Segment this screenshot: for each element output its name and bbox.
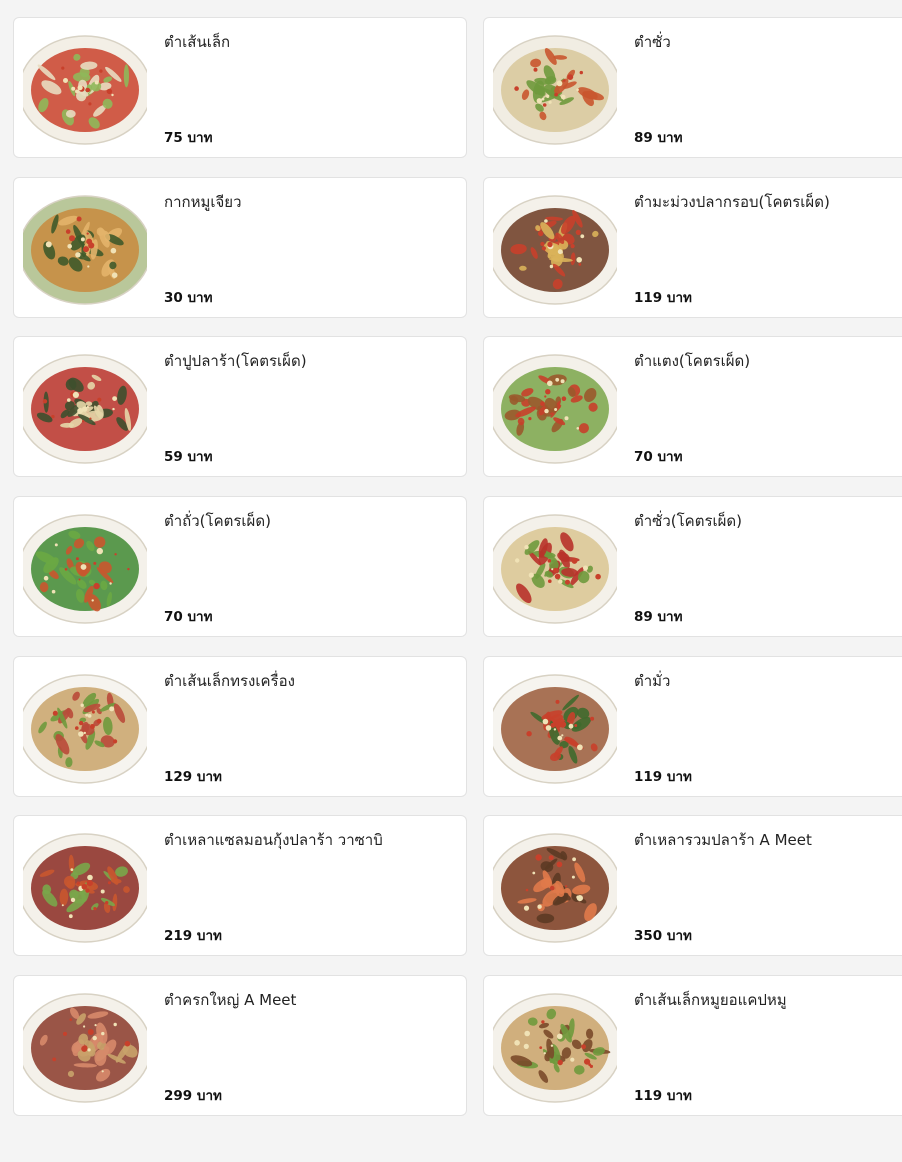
menu-item-price: 70 บาท	[634, 449, 683, 465]
menu-item-price: 30 บาท	[164, 290, 213, 306]
menu-item-photo[interactable]	[493, 26, 617, 150]
menu-item-card[interactable]: ตำมะม่วงปลากรอบ(โคตรเผ็ด) 119 บาท	[483, 177, 902, 318]
menu-item-price: 70 บาท	[164, 609, 213, 625]
menu-item-price: 59 บาท	[164, 449, 213, 465]
menu-item-photo[interactable]	[493, 665, 617, 789]
crispy-pork-icon	[23, 186, 147, 310]
menu-grid: ตำเส้นเล็ก 75 บาท ตำซั่ว 89 บาท กากหมูเจียว 3…	[0, 0, 902, 1162]
menu-item-card[interactable]: ตำซั่ว 89 บาท	[483, 17, 902, 158]
menu-item-name: กากหมูเจียว	[164, 193, 242, 211]
menu-item-name: ตำเส้นเล็กหมูยอแคปหมู	[634, 991, 787, 1009]
menu-item-price: 119 บาท	[634, 769, 692, 785]
menu-item-price: 350 บาท	[634, 928, 692, 944]
menu-item-photo[interactable]	[23, 824, 147, 948]
menu-item-name: ตำซั่ว	[634, 33, 671, 51]
menu-item-card[interactable]: ตำมั่ว 119 บาท	[483, 656, 902, 797]
menu-item-photo[interactable]	[493, 345, 617, 469]
menu-item-card[interactable]: ตำแตง(โคตรเผ็ด) 70 บาท	[483, 336, 902, 477]
spicy-som-tam-sua-icon	[493, 505, 617, 629]
menu-item-photo[interactable]	[23, 984, 147, 1108]
mango-salad-icon	[493, 186, 617, 310]
menu-item-photo[interactable]	[23, 505, 147, 629]
menu-item-price: 75 บาท	[164, 130, 213, 146]
menu-item-name: ตำซั่ว(โคตรเผ็ด)	[634, 512, 743, 530]
menu-item-photo[interactable]	[493, 984, 617, 1108]
salmon-shrimp-salad-icon	[23, 824, 147, 948]
menu-item-photo[interactable]	[493, 505, 617, 629]
menu-item-card[interactable]: ตำเหลารวมปลาร้า A Meet 350 บาท	[483, 815, 902, 956]
menu-item-card[interactable]: ตำครกใหญ่ A Meet 299 บาท	[13, 975, 467, 1116]
menu-item-name: ตำมะม่วงปลากรอบ(โคตรเผ็ด)	[634, 193, 830, 211]
som-tam-noodle-icon	[23, 26, 147, 150]
menu-item-price: 219 บาท	[164, 928, 222, 944]
menu-item-name: ตำครกใหญ่ A Meet	[164, 991, 297, 1009]
crab-salad-icon	[23, 345, 147, 469]
big-mortar-salad-icon	[23, 984, 147, 1108]
menu-item-name: ตำมั่ว	[634, 672, 671, 690]
menu-item-price: 119 บาท	[634, 290, 692, 306]
deluxe-noodle-salad-icon	[23, 665, 147, 789]
menu-item-price: 299 บาท	[164, 1088, 222, 1104]
menu-item-photo[interactable]	[23, 665, 147, 789]
menu-item-name: ตำเส้นเล็กทรงเครื่อง	[164, 672, 295, 690]
menu-item-price: 129 บาท	[164, 769, 222, 785]
menu-item-photo[interactable]	[23, 186, 147, 310]
pork-sausage-noodle-salad-icon	[493, 984, 617, 1108]
bean-salad-icon	[23, 505, 147, 629]
menu-item-card[interactable]: ตำปูปลาร้า(โคตรเผ็ด) 59 บาท	[13, 336, 467, 477]
menu-item-card[interactable]: ตำเส้นเล็กหมูยอแคปหมู 119 บาท	[483, 975, 902, 1116]
menu-item-name: ตำเหลาแซลมอนกุ้งปลาร้า วาซาบิ	[164, 831, 383, 849]
menu-item-name: ตำเหลารวมปลาร้า A Meet	[634, 831, 812, 849]
menu-item-photo[interactable]	[23, 26, 147, 150]
menu-item-card[interactable]: ตำเหลาแซลมอนกุ้งปลาร้า วาซาบิ 219 บาท	[13, 815, 467, 956]
som-tam-sua-icon	[493, 26, 617, 150]
menu-item-photo[interactable]	[23, 345, 147, 469]
menu-item-card[interactable]: กากหมูเจียว 30 บาท	[13, 177, 467, 318]
menu-item-name: ตำถั่ว(โคตรเผ็ด)	[164, 512, 271, 530]
menu-item-name: ตำปูปลาร้า(โคตรเผ็ด)	[164, 352, 307, 370]
menu-item-photo[interactable]	[493, 824, 617, 948]
menu-item-name: ตำแตง(โคตรเผ็ด)	[634, 352, 751, 370]
menu-item-card[interactable]: ตำเส้นเล็กทรงเครื่อง 129 บาท	[13, 656, 467, 797]
menu-item-card[interactable]: ตำเส้นเล็ก 75 บาท	[13, 17, 467, 158]
menu-item-photo[interactable]	[493, 186, 617, 310]
cucumber-salad-icon	[493, 345, 617, 469]
menu-item-price: 119 บาท	[634, 1088, 692, 1104]
menu-item-price: 89 บาท	[634, 130, 683, 146]
mixed-salad-icon	[493, 665, 617, 789]
menu-item-price: 89 บาท	[634, 609, 683, 625]
seafood-mix-salad-icon	[493, 824, 617, 948]
menu-item-name: ตำเส้นเล็ก	[164, 33, 231, 51]
menu-item-card[interactable]: ตำถั่ว(โคตรเผ็ด) 70 บาท	[13, 496, 467, 637]
menu-item-card[interactable]: ตำซั่ว(โคตรเผ็ด) 89 บาท	[483, 496, 902, 637]
